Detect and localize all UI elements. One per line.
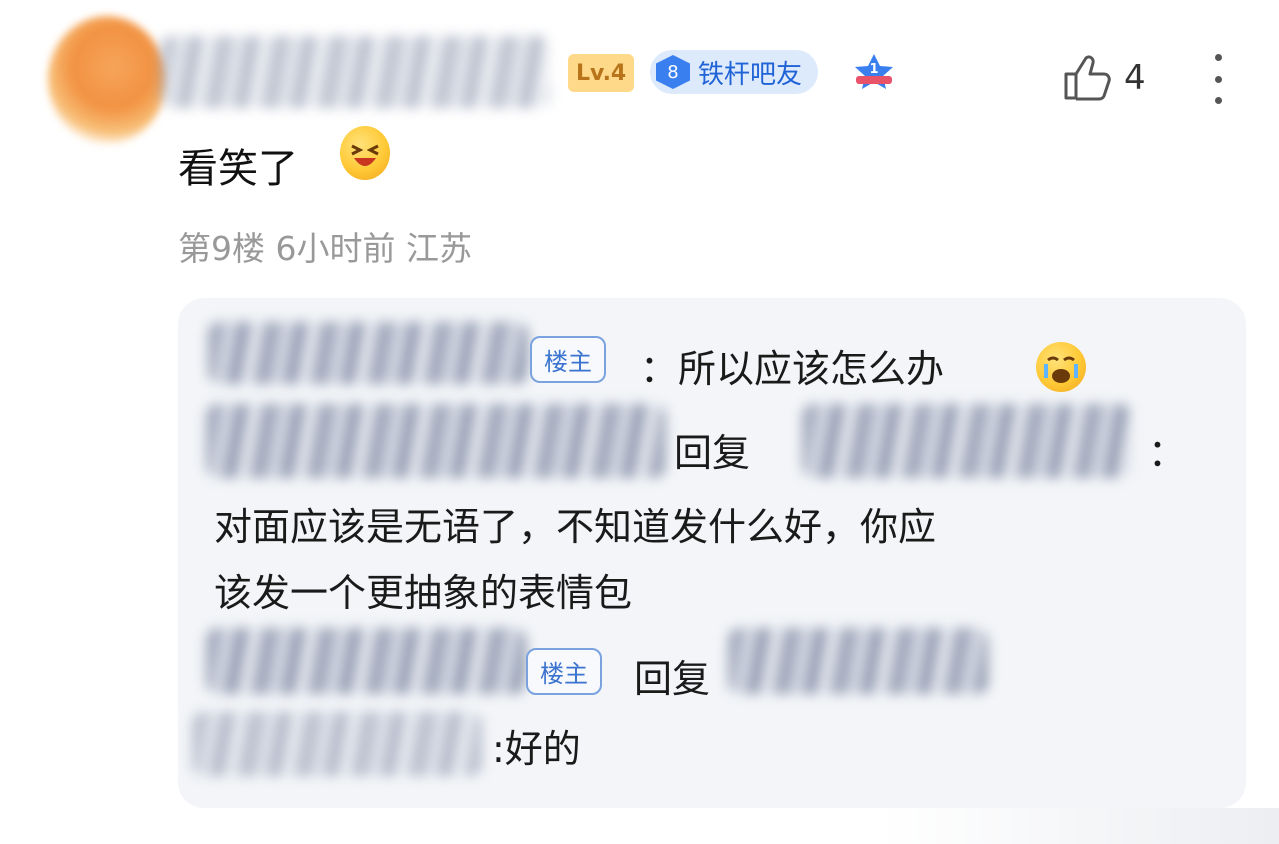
username-redacted[interactable] [160, 36, 550, 108]
reply-text: :好的 [492, 727, 581, 771]
reply-target-redacted[interactable] [728, 628, 988, 694]
fan-badge-label: 铁杆吧友 [698, 59, 803, 90]
fan-badge[interactable]: 8 铁杆吧友 [650, 50, 819, 94]
reply-username-redacted[interactable] [208, 322, 528, 384]
reply-word: 回复 [674, 431, 751, 475]
fan-level-hexagon: 8 [656, 55, 690, 89]
op-tag: 楼主 [530, 336, 606, 383]
avatar[interactable] [48, 16, 166, 144]
rank-star-icon: 1 [855, 54, 893, 89]
comment-meta: 第9楼 6小时前 江苏 [178, 229, 472, 268]
op-tag: 楼主 [526, 648, 602, 695]
thumbs-up-icon[interactable] [1060, 52, 1114, 102]
more-vertical-icon[interactable] [1208, 54, 1228, 104]
reply-target-redacted[interactable] [802, 404, 1132, 478]
footer-fade [880, 808, 1279, 844]
reply-username-redacted[interactable] [206, 628, 526, 694]
reply-panel[interactable]: 楼主 ：所以应该怎么办 回复 ： 对面应该是无语了，不知道发什么好，你应 该发一… [178, 298, 1246, 808]
level-badge: Lv.4 [568, 54, 635, 92]
comment-text: 看笑了 [178, 146, 298, 192]
crying-emoji-icon [1036, 342, 1086, 392]
like-count: 4 [1124, 58, 1146, 98]
reply-word: 回复 [634, 657, 711, 701]
laughing-emoji-icon [340, 126, 390, 180]
reply-username-redacted[interactable] [206, 404, 666, 478]
reply-target-redacted[interactable] [192, 712, 482, 776]
svg-text:1: 1 [869, 62, 878, 77]
reply-text-line2: 该发一个更抽象的表情包 [214, 571, 633, 615]
reply-text: ：所以应该怎么办 [640, 347, 945, 391]
reply-text-line1: 对面应该是无语了，不知道发什么好，你应 [214, 505, 937, 549]
reply-colon: ： [1148, 431, 1187, 475]
